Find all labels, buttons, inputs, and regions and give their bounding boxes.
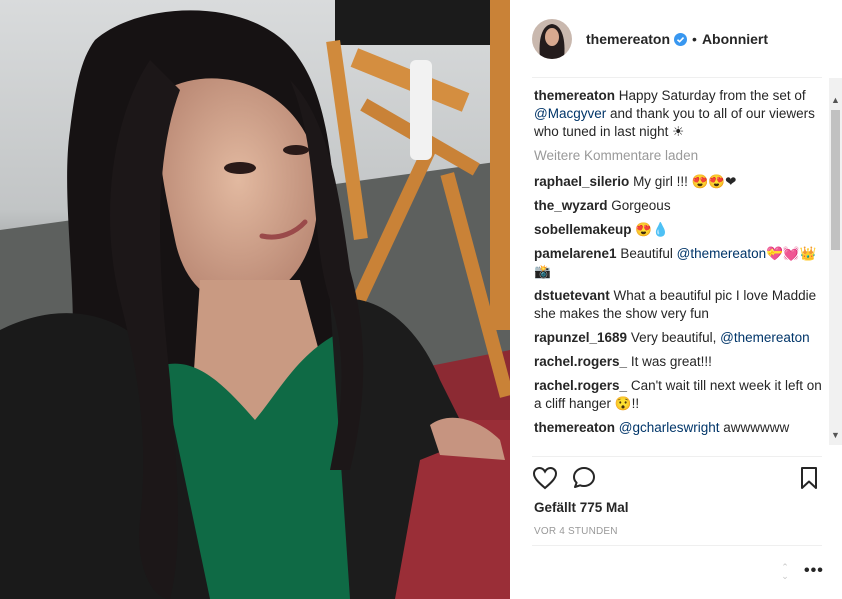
caption-username[interactable]: themereaton bbox=[534, 88, 615, 103]
comment-username[interactable]: raphael_silerio bbox=[534, 174, 629, 189]
comment-username[interactable]: rachel.rogers_ bbox=[534, 378, 627, 393]
comment-item: raphael_silerio My girl !!! 😍😍❤ bbox=[534, 173, 824, 191]
caption-text: Happy Saturday from the set of bbox=[615, 88, 806, 103]
divider bbox=[532, 77, 822, 78]
avatar[interactable] bbox=[532, 19, 572, 59]
comment-username[interactable]: rapunzel_1689 bbox=[534, 330, 627, 345]
comment-item: rachel.rogers_ It was great!!! bbox=[534, 353, 824, 371]
comment-username[interactable]: rachel.rogers_ bbox=[534, 354, 627, 369]
comment-item: rachel.rogers_ Can't wait till next week… bbox=[534, 377, 824, 413]
verified-badge-icon bbox=[674, 32, 688, 46]
heart-icon[interactable] bbox=[532, 466, 558, 490]
comment-mention[interactable]: @gcharleswright bbox=[619, 420, 720, 435]
scrollbar-thumb[interactable] bbox=[831, 110, 840, 250]
comment-text: My girl !!! 😍😍❤ bbox=[629, 174, 737, 189]
caption-mention[interactable]: @Macgyver bbox=[534, 106, 606, 121]
comment-item: rapunzel_1689 Very beautiful, @themereat… bbox=[534, 329, 824, 347]
divider bbox=[532, 456, 822, 457]
comment-text: 😍💧 bbox=[631, 222, 669, 237]
comment-text: It was great!!! bbox=[627, 354, 712, 369]
comment-mention[interactable]: @themereaton bbox=[720, 330, 810, 345]
comment-item: the_wyzard Gorgeous bbox=[534, 197, 824, 215]
divider bbox=[532, 545, 822, 546]
comments-list: themereaton Happy Saturday from the set … bbox=[534, 87, 824, 455]
post-image bbox=[0, 0, 510, 599]
comments-scrollbar[interactable]: ▲ ▼ bbox=[829, 78, 842, 445]
post-timestamp: VOR 4 STUNDEN bbox=[534, 526, 618, 537]
comment-username[interactable]: the_wyzard bbox=[534, 198, 608, 213]
likes-count[interactable]: Gefällt 775 Mal bbox=[534, 500, 629, 515]
scroll-up-icon[interactable]: ▲ bbox=[829, 94, 842, 106]
post-photo bbox=[0, 0, 510, 599]
resize-arrows-icon: ⌃ ⌄ bbox=[781, 562, 789, 581]
header-username[interactable]: themereaton bbox=[586, 31, 670, 47]
post-actions bbox=[532, 466, 822, 492]
post-header: themereaton • Abonniert bbox=[532, 18, 822, 60]
comment-text: Gorgeous bbox=[607, 198, 671, 213]
post-sidebar: themereaton • Abonniert themereaton Happ… bbox=[510, 0, 842, 599]
comment-text: Very beautiful, bbox=[627, 330, 721, 345]
load-more-comments-link[interactable]: Weitere Kommentare laden bbox=[534, 147, 824, 165]
comment-username[interactable]: dstuetevant bbox=[534, 288, 610, 303]
comment-mention[interactable]: @themereaton bbox=[677, 246, 767, 261]
scroll-down-icon[interactable]: ▼ bbox=[829, 429, 842, 441]
comment-text-end: awwwwww bbox=[719, 420, 790, 435]
comment-item: pamelarene1 Beautiful @themereaton💝💓👑📸 bbox=[534, 245, 824, 281]
comment-text: Beautiful bbox=[616, 246, 677, 261]
comment-username[interactable]: themereaton bbox=[534, 420, 615, 435]
comment-icon[interactable] bbox=[572, 466, 598, 490]
comment-username[interactable]: pamelarene1 bbox=[534, 246, 617, 261]
comment-username[interactable]: sobellemakeup bbox=[534, 222, 632, 237]
bookmark-icon[interactable] bbox=[798, 466, 820, 490]
comment-item: dstuetevant What a beautiful pic I love … bbox=[534, 287, 824, 323]
follow-status-button[interactable]: Abonniert bbox=[702, 31, 768, 47]
comment-item: themereaton @gcharleswright awwwwww bbox=[534, 419, 824, 437]
caption: themereaton Happy Saturday from the set … bbox=[534, 87, 824, 141]
header-separator: • bbox=[692, 31, 697, 47]
more-options-icon[interactable]: ••• bbox=[804, 562, 824, 580]
comment-item: sobellemakeup 😍💧 bbox=[534, 221, 824, 239]
